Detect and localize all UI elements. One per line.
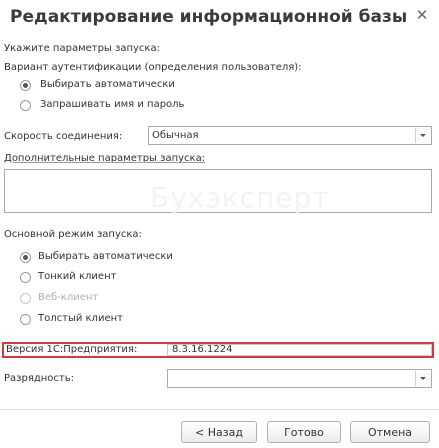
back-button[interactable]: < Назад bbox=[181, 421, 257, 443]
auth-auto-label[interactable]: Выбирать автоматически bbox=[40, 79, 175, 90]
speed-label: Скорость соединения: bbox=[4, 131, 123, 142]
chevron-down-icon[interactable] bbox=[415, 128, 430, 143]
done-button[interactable]: Готово bbox=[267, 421, 341, 443]
watermark-text: Бухэксперт bbox=[150, 181, 330, 214]
auth-password-radio[interactable] bbox=[20, 100, 31, 111]
auth-auto-radio[interactable] bbox=[20, 80, 31, 91]
mode-auto-label[interactable]: Выбирать автоматически bbox=[38, 251, 173, 262]
close-icon[interactable]: ✕ bbox=[411, 4, 433, 26]
mode-thick-radio[interactable] bbox=[20, 314, 31, 325]
mode-web-radio bbox=[20, 293, 31, 304]
auth-heading: Вариант аутентификации (определения поль… bbox=[4, 62, 302, 73]
window-title: Редактирование информационной базы bbox=[10, 7, 408, 27]
version-field[interactable]: 8.3.16.1224 bbox=[167, 344, 432, 356]
version-value: 8.3.16.1224 bbox=[172, 344, 233, 355]
auth-password-label[interactable]: Запрашивать имя и пароль bbox=[40, 99, 184, 110]
speed-select-value: Обычная bbox=[152, 130, 199, 141]
cancel-button[interactable]: Отмена bbox=[350, 421, 430, 443]
launch-params-heading: Укажите параметры запуска: bbox=[4, 43, 160, 54]
mode-thin-label[interactable]: Тонкий клиент bbox=[38, 271, 116, 282]
extra-params-label: Дополнительные параметры запуска: bbox=[4, 153, 206, 164]
chevron-down-icon[interactable] bbox=[415, 371, 430, 386]
mode-heading: Основной режим запуска: bbox=[4, 229, 142, 240]
mode-thick-label[interactable]: Толстый клиент bbox=[38, 313, 123, 324]
bitness-label: Разрядность: bbox=[4, 373, 74, 384]
mode-web-label: Веб-клиент bbox=[38, 292, 99, 303]
mode-auto-radio[interactable] bbox=[20, 252, 31, 263]
version-label: Версия 1С:Предприятия: bbox=[6, 344, 138, 355]
bitness-select[interactable] bbox=[167, 369, 432, 388]
footer-divider bbox=[0, 409, 439, 410]
mode-thin-radio[interactable] bbox=[20, 272, 31, 283]
speed-select[interactable]: Обычная bbox=[148, 126, 432, 145]
